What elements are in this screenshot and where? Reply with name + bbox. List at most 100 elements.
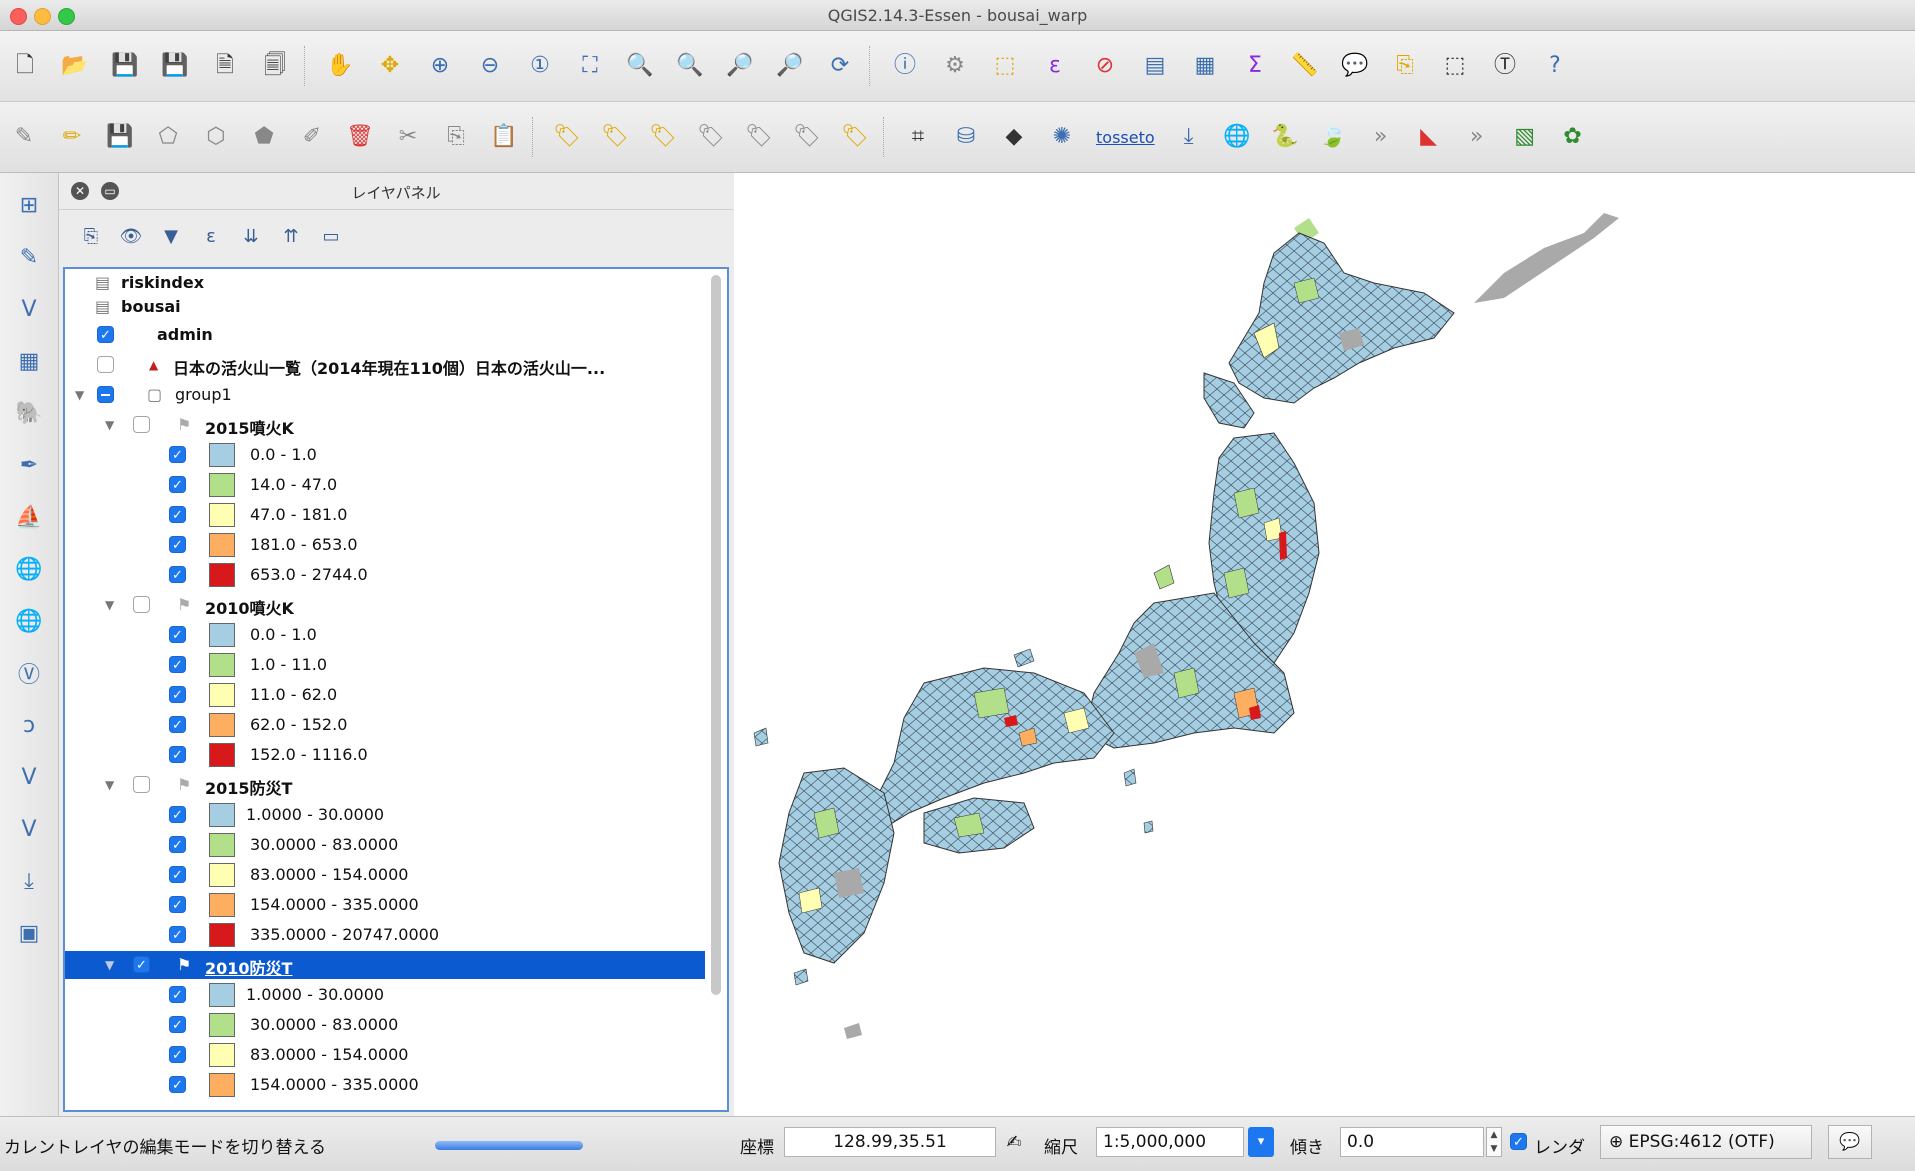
zoom-to-layer-icon[interactable]: 🔍 bbox=[672, 48, 708, 84]
layer-row-2015-bousai[interactable]: ▼ ⚑ 2015防災T bbox=[65, 771, 705, 799]
render-checkbox[interactable]: ✓ bbox=[1510, 1133, 1527, 1150]
toggle-editing-icon[interactable]: ✏ bbox=[54, 119, 90, 155]
rotation-field[interactable]: 0.0 bbox=[1340, 1127, 1484, 1157]
zoom-next-icon[interactable]: 🔎 bbox=[772, 48, 808, 84]
filter-expression-icon[interactable]: ε bbox=[197, 222, 225, 250]
legend-class-row[interactable]: ✓ 0.0 - 1.0 bbox=[65, 621, 705, 649]
show-hide-labels-icon[interactable]: 🏷 bbox=[693, 119, 729, 155]
add-raster-layer-icon[interactable]: ▦ bbox=[11, 343, 47, 379]
add-mssql-layer-icon[interactable]: ⛵ bbox=[11, 499, 47, 535]
legend-class-row[interactable]: ✓ 152.0 - 1116.0 bbox=[65, 741, 705, 769]
map-tips-bubble-icon[interactable]: 💬 bbox=[1337, 48, 1373, 84]
class-visibility-checkbox[interactable]: ✓ bbox=[169, 746, 186, 763]
add-wcs-layer-icon[interactable]: 🌐 bbox=[11, 603, 47, 639]
class-visibility-checkbox[interactable]: ✓ bbox=[169, 1016, 186, 1033]
move-label-icon[interactable]: 🏷 bbox=[741, 119, 777, 155]
class-visibility-checkbox[interactable]: ✓ bbox=[169, 686, 186, 703]
expand-arrow-icon[interactable]: ▼ bbox=[105, 598, 114, 612]
expand-arrow-icon[interactable]: ▼ bbox=[105, 418, 114, 432]
rotation-stepper[interactable]: ▲ ▼ bbox=[1486, 1127, 1502, 1157]
layer-row-admin[interactable]: ✓ admin bbox=[65, 321, 705, 349]
georeferencer-icon[interactable]: ◆ bbox=[996, 119, 1032, 155]
legend-class-row[interactable]: ✓ 83.0000 - 154.0000 bbox=[65, 861, 705, 889]
legend-class-row[interactable]: ✓ 62.0 - 152.0 bbox=[65, 711, 705, 739]
layer-row-2015-funka[interactable]: ▼ ⚑ 2015噴火K bbox=[65, 411, 705, 439]
class-visibility-checkbox[interactable]: ✓ bbox=[169, 536, 186, 553]
legend-class-row[interactable]: ✓ 83.0000 - 154.0000 bbox=[65, 1041, 705, 1069]
legend-class-row[interactable]: ✓ 30.0000 - 83.0000 bbox=[65, 831, 705, 859]
statistical-summary-icon[interactable]: ▦ bbox=[1187, 48, 1223, 84]
move-feature-icon[interactable]: ⬡ bbox=[198, 119, 234, 155]
expand-arrow-icon[interactable]: ▼ bbox=[105, 958, 114, 972]
node-tool-icon[interactable]: ⬟ bbox=[246, 119, 282, 155]
crs-status-button[interactable]: ⊕ EPSG:4612 (OTF) bbox=[1600, 1125, 1812, 1159]
legend-class-row[interactable]: ✓ 14.0 - 47.0 bbox=[65, 471, 705, 499]
legend-class-row[interactable]: ✓ 47.0 - 181.0 bbox=[65, 501, 705, 529]
select-by-expression-icon[interactable]: ε bbox=[1037, 48, 1073, 84]
plugin-leaf-icon[interactable]: 🍃 bbox=[1315, 119, 1351, 155]
raster-plugin-icon[interactable]: ▧ bbox=[1507, 119, 1543, 155]
paste-features-icon[interactable]: 📋 bbox=[486, 119, 522, 155]
show-bookmarks-icon[interactable]: ⬚ bbox=[1437, 48, 1473, 84]
class-visibility-checkbox[interactable]: ✓ bbox=[169, 566, 186, 583]
legend-class-row[interactable]: ✓ 154.0000 - 335.0000 bbox=[65, 891, 705, 919]
save-project-icon[interactable]: 💾 bbox=[107, 48, 143, 84]
legend-class-row[interactable]: ✓ 1.0 - 11.0 bbox=[65, 651, 705, 679]
layer-visibility-checkbox[interactable]: ✓ bbox=[133, 956, 150, 973]
legend-class-row[interactable]: ✓ 1.0000 - 30.0000 bbox=[65, 981, 705, 1009]
layer-labeling-icon[interactable]: 🏷 bbox=[597, 119, 633, 155]
class-visibility-checkbox[interactable]: ✓ bbox=[169, 626, 186, 643]
layer-visibility-checkbox[interactable] bbox=[97, 356, 114, 373]
map-tips-icon[interactable]: ⚙ bbox=[937, 48, 973, 84]
toolbar-overflow-2-icon[interactable]: » bbox=[1459, 119, 1495, 155]
coordinate-field[interactable]: 128.99,35.51 bbox=[784, 1127, 996, 1157]
delete-selected-icon[interactable]: 🗑 bbox=[342, 119, 378, 155]
composer-manager-icon[interactable]: 🗐 bbox=[257, 48, 293, 84]
measure-line-icon[interactable]: 📏 bbox=[1287, 48, 1323, 84]
tosseto-plugin-icon[interactable]: ✺ bbox=[1044, 119, 1080, 155]
zoom-in-icon[interactable]: ⊕ bbox=[422, 48, 458, 84]
class-visibility-checkbox[interactable]: ✓ bbox=[169, 806, 186, 823]
new-shapefile-icon[interactable]: ✎ bbox=[11, 239, 47, 275]
db-manager-icon[interactable]: ⛁ bbox=[948, 119, 984, 155]
sql-icon[interactable]: ▣ bbox=[11, 915, 47, 951]
zoom-full-icon[interactable]: ⛶ bbox=[572, 48, 608, 84]
csw-icon[interactable]: ⌗ bbox=[900, 119, 936, 155]
remove-layer-icon[interactable]: ▭ bbox=[317, 222, 345, 250]
class-visibility-checkbox[interactable]: ✓ bbox=[169, 506, 186, 523]
class-visibility-checkbox[interactable]: ✓ bbox=[169, 866, 186, 883]
filter-legend-icon[interactable]: ▼ bbox=[157, 222, 185, 250]
layer-visibility-checkbox[interactable] bbox=[133, 596, 150, 613]
change-label-icon[interactable]: 🏷 bbox=[837, 119, 873, 155]
label-toolbar-icon[interactable]: 🏷 bbox=[549, 119, 585, 155]
georeferencer-side-icon[interactable]: ⤓ bbox=[11, 863, 47, 899]
open-attribute-table-icon[interactable]: ▤ bbox=[1137, 48, 1173, 84]
map-canvas[interactable] bbox=[734, 173, 1915, 1116]
class-visibility-checkbox[interactable]: ✓ bbox=[169, 716, 186, 733]
python-console-icon[interactable]: 🐍 bbox=[1267, 119, 1303, 155]
current-edits-icon[interactable]: ✎ bbox=[6, 119, 42, 155]
layer-visibility-checkbox[interactable]: ✓ bbox=[97, 326, 114, 343]
class-visibility-checkbox[interactable]: ✓ bbox=[169, 656, 186, 673]
new-project-icon[interactable]: 🗋 bbox=[7, 48, 43, 84]
select-features-icon[interactable]: ⬚ bbox=[987, 48, 1023, 84]
legend-class-row[interactable]: ✓ 154.0000 - 335.0000 bbox=[65, 1071, 705, 1099]
collapse-all-icon[interactable]: ⇈ bbox=[277, 222, 305, 250]
class-visibility-checkbox[interactable]: ✓ bbox=[169, 836, 186, 853]
pan-to-selection-icon[interactable]: ✥ bbox=[372, 48, 408, 84]
add-layer-icon[interactable]: ⊞ bbox=[11, 187, 47, 223]
layer-row-volcano[interactable]: ▲ 日本の活火山一覧（2014年現在110個）日本の活火山一... bbox=[65, 351, 705, 379]
field-calculator-icon[interactable]: Σ bbox=[1237, 48, 1273, 84]
cut-features-icon[interactable]: ✂ bbox=[390, 119, 426, 155]
legend-class-row[interactable]: ✓ 1.0000 - 30.0000 bbox=[65, 801, 705, 829]
layer-row-2010-bousai-selected[interactable]: ▼ ✓ ⚑ 2010防災T bbox=[65, 951, 705, 979]
help-icon[interactable]: ? bbox=[1537, 48, 1573, 84]
class-visibility-checkbox[interactable]: ✓ bbox=[169, 986, 186, 1003]
add-delimited-text-icon[interactable]: ↄ bbox=[11, 707, 47, 743]
new-print-composer-icon[interactable]: 🗎 bbox=[207, 48, 243, 84]
node-edit-icon[interactable]: ✐ bbox=[294, 119, 330, 155]
add-wfs-layer-icon[interactable]: Ⓥ bbox=[11, 655, 47, 691]
layer-visibility-checkbox[interactable] bbox=[133, 416, 150, 433]
new-temporary-layer-icon[interactable]: V bbox=[11, 811, 47, 847]
legend-class-row[interactable]: ✓ 11.0 - 62.0 bbox=[65, 681, 705, 709]
